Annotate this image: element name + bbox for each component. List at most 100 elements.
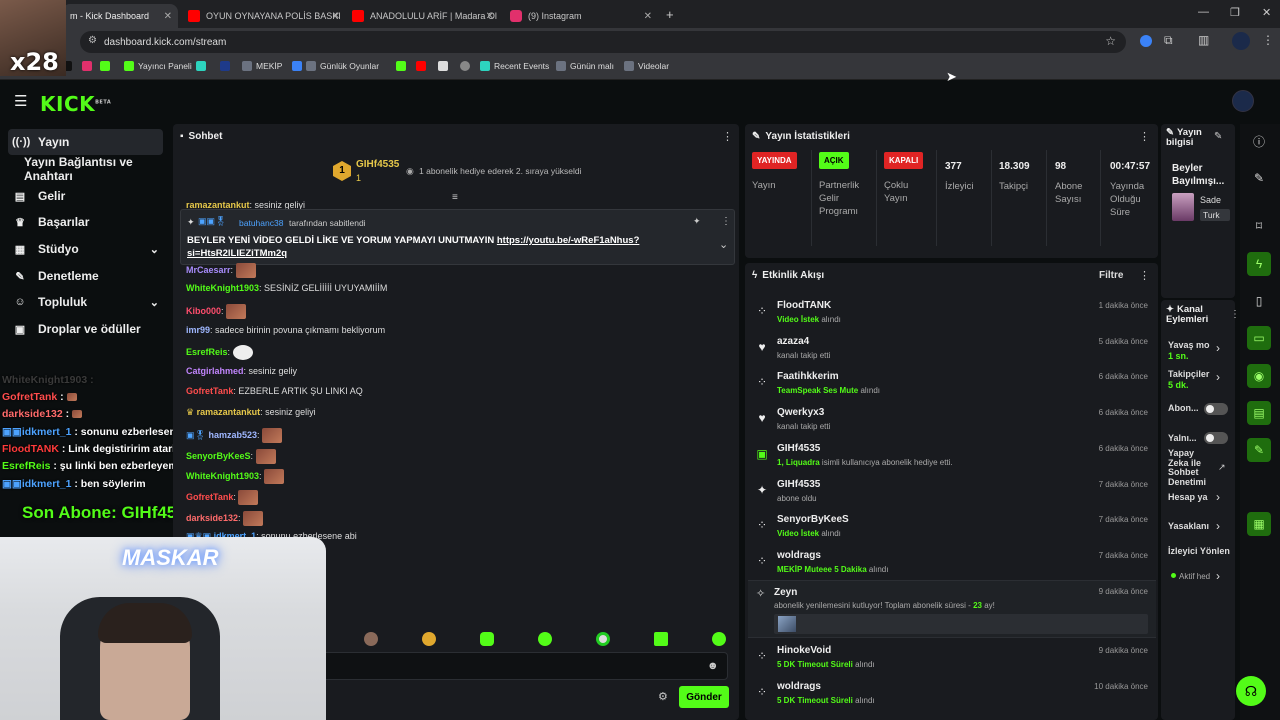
emotes-only-toggle[interactable] xyxy=(1204,432,1228,444)
stats-menu-icon[interactable]: ⋮ xyxy=(1139,130,1150,143)
action-subscribers-only[interactable]: Abon... xyxy=(1168,403,1199,413)
nav-item-yayin[interactable]: ((·)) Yayın xyxy=(8,129,163,155)
scroll-to-top-icon[interactable]: ≡ xyxy=(452,192,458,203)
clapperboard-icon[interactable]: ▦ xyxy=(1247,512,1271,536)
channel-actions-menu-icon[interactable]: ⋮ xyxy=(1230,309,1240,320)
action-emotes-only[interactable]: Yalnı... xyxy=(1168,433,1197,443)
unpin-icon[interactable]: ✦ xyxy=(693,216,701,227)
info-icon[interactable]: ⓘ xyxy=(1247,129,1271,153)
new-tab-button[interactable]: + xyxy=(666,7,674,22)
restore-icon[interactable]: ❐ xyxy=(1230,6,1240,19)
action-account-age[interactable]: Hesap ya xyxy=(1168,492,1208,502)
support-headset-icon[interactable]: ☊ xyxy=(1236,676,1266,706)
bookmark-mekip[interactable] xyxy=(220,61,234,71)
emote-icon[interactable] xyxy=(422,632,436,646)
nav-item-yayin-baglantisi[interactable]: Yayın Bağlantısı ve Anahtarı xyxy=(8,155,173,183)
nav-item-topluluk[interactable]: ☺ Topluluk ⌄ xyxy=(8,289,163,315)
action-viewer-redirect[interactable]: İzleyici Yönlen xyxy=(1168,546,1234,556)
bookmark-instagram[interactable] xyxy=(82,61,96,71)
chat-text: : xyxy=(221,305,224,316)
bookmark-kick[interactable] xyxy=(100,61,114,71)
bookmarks-bar: Yayıncı Paneli MEKİP Günlük Oyunlar Rece… xyxy=(0,56,1280,80)
extensions-puzzle-icon[interactable]: ⧉ xyxy=(1164,33,1173,48)
sub-icon: ⁘ xyxy=(756,304,768,318)
emote-icon[interactable] xyxy=(596,632,610,646)
edit-icon[interactable]: ✎ xyxy=(1247,166,1271,190)
chat-menu-icon[interactable]: ⋮ xyxy=(722,130,733,143)
emote-icon[interactable] xyxy=(538,632,552,646)
nav-item-denetleme[interactable]: ✎ Denetleme xyxy=(8,263,163,289)
chevron-right-icon[interactable]: › xyxy=(1216,490,1220,504)
nav-item-droplar[interactable]: ▣ Droplar ve ödüller xyxy=(8,316,163,342)
document-icon[interactable]: ▯ xyxy=(1247,289,1271,313)
broadcast-icon[interactable]: ◉ xyxy=(1247,364,1271,388)
tab-youtube-1[interactable]: OYUN OYNAYANA POLİS BASKI ✕ xyxy=(180,4,346,28)
pinned-menu-icon[interactable]: ⋮ xyxy=(721,216,731,227)
bookmark-kick-2[interactable] xyxy=(396,61,410,71)
close-icon[interactable]: ✕ xyxy=(486,11,494,22)
tab-kick-dashboard[interactable]: m - Kick Dashboard ✕ xyxy=(62,4,178,28)
emote-icon[interactable] xyxy=(480,632,494,646)
chat-user: ramazantankut xyxy=(196,407,261,417)
bookmark-image[interactable] xyxy=(438,61,452,71)
chevron-right-icon[interactable]: › xyxy=(1216,341,1220,355)
send-button[interactable]: Gönder xyxy=(679,686,729,708)
nav-item-basarilar[interactable]: ♛ Başarılar xyxy=(8,209,163,235)
user-avatar[interactable] xyxy=(1232,90,1254,112)
stats-icon[interactable]: ▤ xyxy=(1247,401,1271,425)
bookmark-gunluk-oyunlar[interactable]: Günlük Oyunlar xyxy=(292,61,379,71)
emote-icon[interactable] xyxy=(654,632,668,646)
tab-instagram[interactable]: (9) Instagram ✕ xyxy=(502,4,658,28)
wrench-icon[interactable]: ✎ xyxy=(1247,438,1271,462)
action-ai-moderation[interactable]: Yapay Zeka ile Sohbet Denetimi xyxy=(1168,448,1212,487)
filter-button[interactable]: Filtre xyxy=(1099,270,1123,281)
external-link-icon[interactable]: ↗ xyxy=(1218,462,1226,473)
chat-settings-icon[interactable]: ⚙ xyxy=(658,690,668,703)
bookmark-app-1[interactable] xyxy=(196,61,210,71)
stat-value: 377 xyxy=(945,161,962,172)
tab-youtube-2[interactable]: ANADOLULU ARİF | Madara Ol ✕ xyxy=(344,4,500,28)
action-followers-mode[interactable]: Takipçiler xyxy=(1168,369,1209,379)
emoji-icon[interactable]: ☻ xyxy=(707,660,719,672)
chat-icon[interactable]: ▭ xyxy=(1247,326,1271,350)
emote-icon[interactable] xyxy=(364,632,378,646)
profile-avatar[interactable] xyxy=(1232,32,1250,50)
activity-menu-icon[interactable]: ⋮ xyxy=(1139,269,1150,282)
close-icon[interactable]: ✕ xyxy=(164,11,172,22)
close-icon[interactable]: ✕ xyxy=(332,11,340,22)
edit-icon[interactable]: ✎ xyxy=(1214,131,1222,142)
kick-logo[interactable]: KICKBETA xyxy=(40,92,111,116)
bookmark-mekip-folder[interactable]: MEKİP xyxy=(242,61,282,71)
bookmark-yayinci-paneli[interactable]: Yayıncı Paneli xyxy=(124,61,192,71)
bookmark-gunun-mali[interactable]: Günün malı xyxy=(556,61,614,71)
bookmark-star-icon[interactable]: ☆ xyxy=(1105,34,1116,48)
chevron-right-icon[interactable]: › xyxy=(1216,519,1220,533)
emote-icon[interactable] xyxy=(712,632,726,646)
window-close-icon[interactable]: ✕ xyxy=(1262,6,1271,19)
nav-item-gelir[interactable]: ▤ Gelir xyxy=(8,183,163,209)
chevron-down-icon[interactable]: ⌄ xyxy=(719,238,728,251)
event-text: Video İstek alındı xyxy=(777,529,841,538)
heart-icon: ♥ xyxy=(758,340,766,354)
bookmark-youtube[interactable] xyxy=(416,61,430,71)
action-slow-mode[interactable]: Yavaş mo xyxy=(1168,340,1210,350)
bookmark-recent-events[interactable]: Recent Events xyxy=(480,61,549,71)
action-active-host[interactable]: Aktif hed xyxy=(1179,572,1210,581)
close-icon[interactable]: ✕ xyxy=(644,11,652,22)
address-bar[interactable]: ⚙ dashboard.kick.com/stream ☆ xyxy=(80,31,1126,53)
browser-menu-icon[interactable]: ⋮ xyxy=(1262,33,1274,47)
chevron-right-icon[interactable]: › xyxy=(1216,569,1220,583)
site-info-icon[interactable]: ⚙ xyxy=(88,35,97,46)
nav-item-studyo[interactable]: ▦ Stüdyo ⌄ xyxy=(8,236,163,262)
bolt-icon[interactable]: ϟ xyxy=(1247,252,1271,276)
chevron-right-icon[interactable]: › xyxy=(1216,370,1220,384)
minimize-icon[interactable]: — xyxy=(1198,6,1209,18)
capture-icon[interactable]: ⌑ xyxy=(1247,214,1271,238)
bookmark-globe[interactable] xyxy=(460,61,474,71)
bookmark-videolar[interactable]: Videolar xyxy=(624,61,669,71)
subscribers-only-toggle[interactable] xyxy=(1204,403,1228,415)
side-panel-icon[interactable]: ▥ xyxy=(1198,33,1209,47)
extension-icon[interactable] xyxy=(1140,35,1152,47)
hamburger-menu-icon[interactable]: ☰ xyxy=(14,92,27,110)
action-banned-words[interactable]: Yasaklanı xyxy=(1168,521,1209,531)
